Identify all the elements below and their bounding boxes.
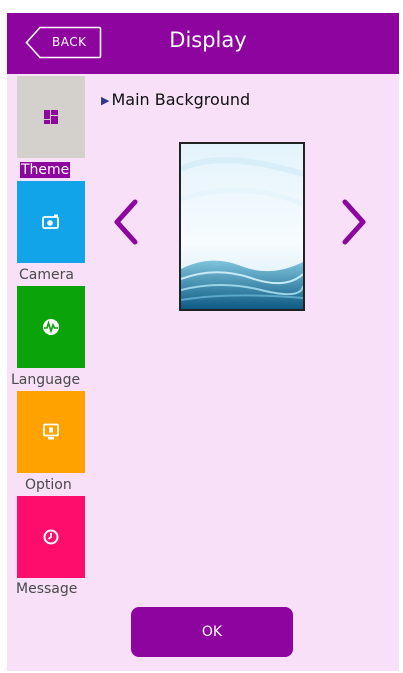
sidebar-label-message: Message bbox=[16, 581, 78, 597]
sidebar-item-language[interactable] bbox=[17, 286, 85, 368]
header-bar: BACK Display bbox=[7, 13, 399, 74]
section-arrow-icon: ▶ bbox=[101, 94, 110, 107]
section-title: Main Background bbox=[111, 90, 251, 109]
sidebar-item-option[interactable] bbox=[17, 391, 85, 473]
display-screen: BACK Display Theme Camera Language Optio… bbox=[7, 13, 399, 671]
option-icon bbox=[43, 423, 59, 440]
section-heading: ▶ Main Background bbox=[101, 90, 250, 109]
camera-icon bbox=[42, 214, 59, 229]
next-background-button[interactable] bbox=[339, 199, 369, 249]
background-preview-image bbox=[181, 144, 303, 309]
sidebar-label-option: Option bbox=[25, 477, 72, 493]
chevron-right-icon bbox=[342, 199, 366, 245]
ok-button[interactable]: OK bbox=[131, 607, 293, 657]
message-icon bbox=[43, 529, 59, 545]
chevron-left-icon bbox=[114, 199, 138, 245]
language-icon bbox=[43, 319, 59, 335]
theme-icon bbox=[44, 110, 58, 124]
background-preview[interactable] bbox=[179, 142, 305, 311]
sidebar-label-camera: Camera bbox=[19, 267, 74, 283]
sidebar-item-message[interactable] bbox=[17, 496, 85, 578]
previous-background-button[interactable] bbox=[111, 199, 141, 249]
sidebar-item-theme[interactable] bbox=[17, 76, 85, 158]
page-title: Display bbox=[169, 28, 247, 52]
sidebar-label-theme: Theme bbox=[20, 162, 71, 178]
sidebar-label-language: Language bbox=[11, 372, 81, 388]
sidebar-item-camera[interactable] bbox=[17, 181, 85, 263]
